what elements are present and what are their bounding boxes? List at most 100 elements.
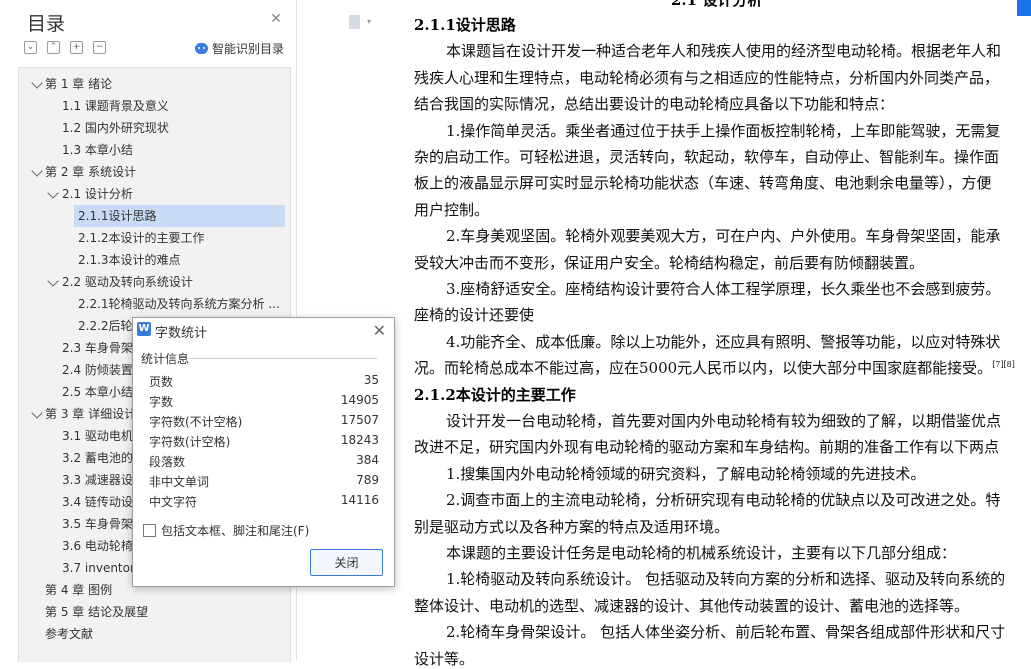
remove-heading-icon[interactable]: − <box>93 41 106 54</box>
toc-item-label: 第 4 章 图例 <box>45 583 113 597</box>
toc-item[interactable]: 2.1 设计分析 <box>58 183 281 205</box>
toc-item-label: 3.6 电动轮椅 <box>62 539 133 553</box>
add-heading-icon[interactable]: + <box>70 41 83 54</box>
toc-item-label: 2.3 车身骨架 <box>62 341 133 355</box>
toc-item-label: 2.2 驱动及转向系统设计 <box>62 275 193 289</box>
line-text: 整体设计、电动机的选型、减速器的设计、其他传动装置的设计、蓄电池的选择等。 <box>414 596 970 615</box>
toc-item-label: 2.1.2本设计的主要工作 <box>78 231 205 245</box>
line-text: 座椅的设计还要使 <box>414 306 535 325</box>
stat-row: 页数 35 <box>149 373 379 393</box>
toc-item[interactable]: 1.1 课题背景及意义 <box>58 95 281 117</box>
line-text: 2.1.1设计思路 <box>414 16 516 34</box>
toc-item[interactable]: 2.2.1轮椅驱动及转向系统方案分析 ... <box>74 293 281 315</box>
include-textbox-checkbox[interactable] <box>143 524 156 537</box>
stat-row: 字符数(不计空格) 17507 <box>149 413 379 433</box>
paragraph-line: 别是驱动方式以及各种方案的特点及适用环境。 <box>414 516 729 537</box>
stat-value: 14116 <box>340 493 379 507</box>
line-text: 用户控制。 <box>414 200 490 219</box>
smart-toc-label: 智能识别目录 <box>212 42 285 56</box>
section-divider <box>189 358 377 359</box>
toc-item[interactable]: 2.1.1设计思路 <box>74 205 285 227</box>
toc-item-label: 第 3 章 详细设计 <box>45 407 137 421</box>
stat-label: 字符数(计空格) <box>149 435 231 449</box>
stat-value: 14905 <box>340 393 379 407</box>
line-text: 改进不足，研究国内外现有电动轮椅的驱动方案和车身结构。前期的准备工作有以下两点 <box>414 438 1000 457</box>
include-textbox-label[interactable]: 包括文本框、脚注和尾注(F) <box>161 522 309 539</box>
stat-label: 字符数(不计空格) <box>149 415 243 429</box>
dropdown-arrow-icon[interactable]: ▾ <box>367 17 371 26</box>
toc-item[interactable]: 第 2 章 系统设计 <box>41 161 281 183</box>
stat-label: 中文字符 <box>149 495 198 509</box>
toc-item[interactable]: 1.3 本章小结 <box>58 139 281 161</box>
toc-item-label: 2.5 本章小结 <box>62 385 133 399</box>
smart-toc-button[interactable]: 智能识别目录 <box>195 40 284 57</box>
toc-item-label: 参考文献 <box>45 627 94 641</box>
line-text: 2.车身美观坚固。轮椅外观要美观大方，可在户内、户外使用。车身骨架坚固，能承 <box>446 227 1001 246</box>
line-text: 板上的液晶显示屏可实时显示轮椅功能状态（车速、转弯角度、电池剩余电量等），方便 <box>414 174 992 193</box>
chevron-down-icon[interactable] <box>47 187 59 199</box>
stat-row: 字数 14905 <box>149 393 379 413</box>
section-heading: 2.1.2本设计的主要工作 <box>414 384 576 405</box>
line-text: 别是驱动方式以及各种方案的特点及适用环境。 <box>414 517 730 536</box>
robot-icon <box>195 43 208 54</box>
section-heading: 2.1.1设计思路 <box>414 14 516 35</box>
paragraph-line: 2.车身美观坚固。轮椅外观要美观大方，可在户内、户外使用。车身骨架坚固，能承 <box>446 225 1000 246</box>
paragraph-line: 1.搜集国内外电动轮椅领域的研究资料，了解电动轮椅领域的先进技术。 <box>446 463 925 484</box>
paragraph-line: 2.调查市面上的主流电动轮椅，分析研究现有电动轮椅的优缺点以及可改进之处。特 <box>446 489 1000 510</box>
expand-all-icon[interactable]: ⌃ <box>47 41 60 54</box>
line-text: 设计开发一台电动轮椅，首先要对国内外电动轮椅有较为细致的了解，以期借鉴优点 <box>446 412 1002 430</box>
citation-superscript[interactable]: [7][8] <box>992 360 1015 369</box>
stat-label: 字数 <box>149 395 174 409</box>
stat-value: 35 <box>363 373 379 387</box>
toc-item[interactable]: 第 1 章 绪论 <box>41 73 281 95</box>
toc-item-label: 第 5 章 结论及展望 <box>45 605 149 619</box>
line-text: 设计等。 <box>414 649 475 668</box>
line-text: 况。而轮椅总成本不能过高，应在5000元人民币以内，以使大部分中国家庭都能接受。 <box>414 359 993 378</box>
toc-item-label: 1.3 本章小结 <box>62 143 133 157</box>
toc-item-label: 第 1 章 绪论 <box>45 77 113 91</box>
paragraph-line: 4.功能齐全、成本低廉。除以上功能外，还应具有照明、警报等功能，以应对特殊状 <box>446 331 1000 352</box>
toc-item-label: 3.7 inventor <box>62 561 135 575</box>
toc-item[interactable]: 参考文献 <box>41 623 281 645</box>
dialog-close-icon[interactable]: ✕ <box>373 321 386 340</box>
line-text: 受较大冲击而不变形，保证用户安全。轮椅结构稳定，前后要有防倾翻装置。 <box>414 253 925 272</box>
paragraph-line: 座椅的设计还要使 <box>414 304 534 325</box>
line-text: 2.轮椅车身骨架设计。 包括人体坐姿分析、前后轮布置、骨架各组成部件形状和尺寸 <box>446 623 1006 642</box>
toc-item-label: 2.2.1轮椅驱动及转向系统方案分析 ... <box>78 297 280 311</box>
document-page[interactable]: ▾ 2.1 设计分析 2.1.1设计思路 本课题旨在设计开发一种适合老年人和残疾人… <box>319 0 1031 668</box>
paragraph-line: 2.轮椅车身骨架设计。 包括人体坐姿分析、前后轮布置、骨架各组成部件形状和尺寸 <box>446 621 1005 642</box>
wps-logo-icon: W <box>137 322 151 336</box>
paragraph-line: 1.轮椅驱动及转向系统设计。 包括驱动及转向方案的分析和选择、驱动及转向系统的 <box>446 568 1005 589</box>
paragraph-line: 板上的液晶显示屏可实时显示轮椅功能状态（车速、转弯角度、电池剩余电量等），方便 <box>414 172 992 193</box>
toc-item-label: 1.1 课题背景及意义 <box>62 99 169 113</box>
line-text: 2.1.2本设计的主要工作 <box>414 385 576 404</box>
document-icon[interactable] <box>349 15 360 29</box>
toc-item-label: 1.2 国内外研究现状 <box>62 121 169 135</box>
chevron-down-icon[interactable] <box>47 275 59 287</box>
toc-item[interactable]: 2.1.2本设计的主要工作 <box>74 227 281 249</box>
stat-label: 段落数 <box>149 455 186 469</box>
line-text: 1.轮椅驱动及转向系统设计。 包括驱动及转向方案的分析和选择、驱动及转向系统的 <box>446 570 1006 589</box>
line-text: 4.功能齐全、成本低廉。除以上功能外，还应具有照明、警报等功能，以应对特殊状 <box>446 332 1001 351</box>
line-text: 杂的启动工作。可轻松进退，灵活转向，软起动，软停车，自动停止、智能刹车。操作面 <box>414 148 1000 166</box>
collapse-all-icon[interactable]: ⌄ <box>24 41 37 54</box>
dialog-title: 字数统计 <box>155 326 208 341</box>
paragraph-line: 整体设计、电动机的选型、减速器的设计、其他传动装置的设计、蓄电池的选择等。 <box>414 595 969 616</box>
close-button[interactable]: 关闭 <box>310 549 383 576</box>
paragraph-line: 结合我国的实际情况，总结出要设计的电动轮椅应具备以下功能和特点： <box>414 93 894 114</box>
toc-item[interactable]: 2.2 驱动及转向系统设计 <box>58 271 281 293</box>
stat-row: 非中文单词 789 <box>149 473 379 493</box>
line-text: 1.搜集国内外电动轮椅领域的研究资料，了解电动轮椅领域的先进技术。 <box>446 464 926 483</box>
line-text: 结合我国的实际情况，总结出要设计的电动轮椅应具备以下功能和特点： <box>414 95 895 114</box>
line-text: 本课题旨在设计开发一种适合老年人和残疾人使用的经济型电动轮椅。根据老年人和 <box>446 42 1002 61</box>
toc-item[interactable]: 第 5 章 结论及展望 <box>41 601 281 623</box>
paragraph-line: 3.座椅舒适安全。座椅结构设计要符合人体工程学原理，长久乘坐也不会感到疲劳。 <box>446 278 1000 299</box>
floating-toolbar-icon[interactable] <box>1017 0 1031 16</box>
toc-item-label: 2.1.3本设计的难点 <box>78 253 181 267</box>
close-icon[interactable]: ✕ <box>268 11 284 27</box>
paragraph-line: 改进不足，研究国内外现有电动轮椅的驱动方案和车身结构。前期的准备工作有以下两点 <box>414 436 999 457</box>
toc-item-label: 第 2 章 系统设计 <box>45 165 137 179</box>
toc-item[interactable]: 1.2 国内外研究现状 <box>58 117 281 139</box>
toc-item[interactable]: 2.1.3本设计的难点 <box>74 249 281 271</box>
toc-item-label: 2.1.1设计思路 <box>78 209 157 223</box>
